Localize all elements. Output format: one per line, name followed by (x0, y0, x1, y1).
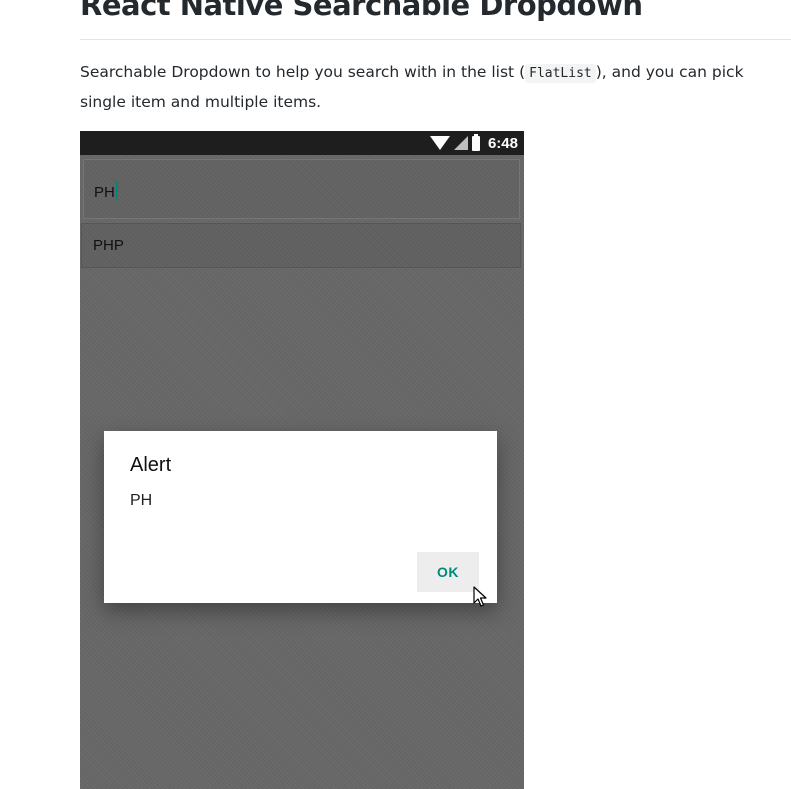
flatlist-code: FlatList (525, 64, 596, 83)
phone-screenshot: 6:48 PH PHP Alert PH OK (80, 131, 524, 789)
mouse-cursor-icon (473, 586, 487, 607)
signal-icon (453, 136, 468, 150)
page-title: React Native Searchable Dropdown (80, 0, 643, 22)
status-time: 6:48 (487, 134, 518, 152)
alert-title: Alert (130, 454, 172, 476)
battery-icon (471, 133, 480, 151)
status-icons: 6:48 (429, 133, 518, 153)
wifi-icon (429, 136, 450, 150)
status-bar: 6:48 (80, 131, 524, 155)
text-caret (115, 182, 118, 200)
search-input-text: PH (94, 182, 118, 201)
dropdown-item-label: PHP (93, 237, 124, 254)
alert-dialog: Alert PH OK (104, 431, 497, 603)
dropdown-item-php[interactable]: PHP (81, 223, 521, 268)
alert-message: PH (130, 492, 153, 509)
ok-button[interactable]: OK (417, 552, 479, 592)
search-input[interactable]: PH (83, 159, 520, 219)
title-divider (80, 39, 791, 40)
description-text-start: Searchable Dropdown to help you search w… (80, 63, 526, 81)
search-value: PH (94, 184, 115, 201)
page-description: Searchable Dropdown to help you search w… (80, 58, 791, 117)
